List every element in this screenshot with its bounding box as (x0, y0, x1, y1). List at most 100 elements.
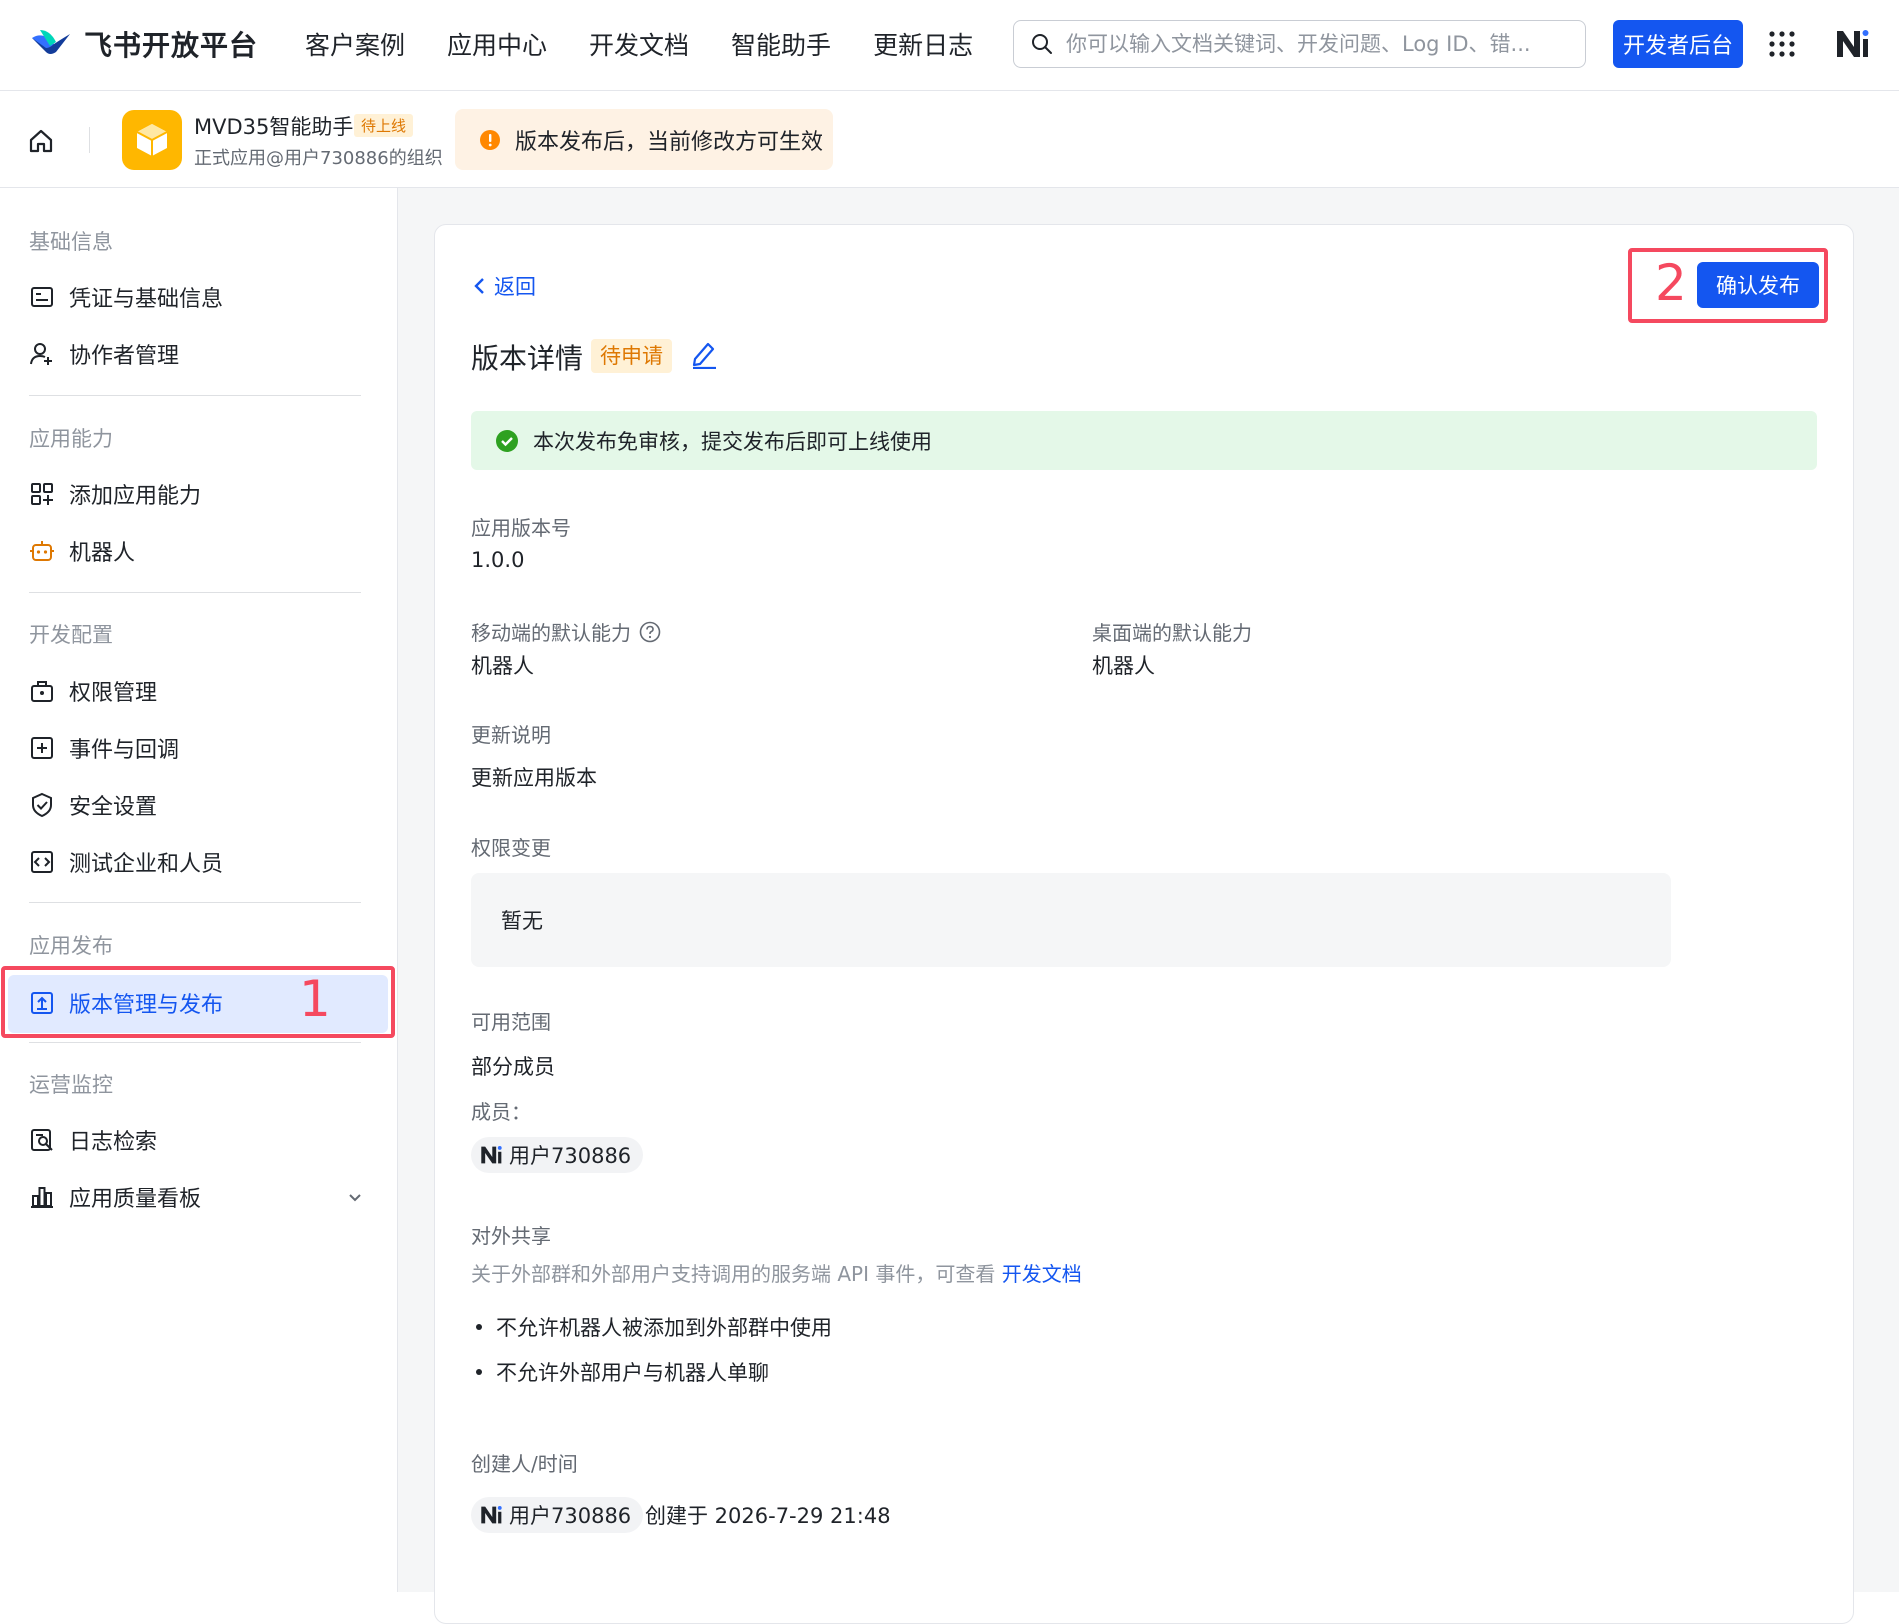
sidebar-item-quality-board[interactable]: 应用质量看板 (29, 1177, 364, 1217)
sidebar-item-label: 测试企业和人员 (69, 852, 224, 877)
sidebar-item-label: 机器人 (69, 541, 136, 566)
top-nav: 客户案例 应用中心 开发文档 智能助手 更新日志 (305, 26, 973, 62)
nav-changelog[interactable]: 更新日志 (873, 26, 973, 62)
shield-icon (29, 792, 55, 818)
search-box[interactable] (1013, 20, 1586, 68)
apps-add-icon (29, 481, 55, 507)
sidebar-item-credentials[interactable]: 凭证与基础信息 (29, 277, 223, 317)
help-icon[interactable] (639, 621, 661, 643)
user-avatar-icon[interactable] (1834, 27, 1870, 61)
creator-chip[interactable]: 用户730886 (471, 1497, 644, 1533)
mobile-capability-label: 移动端的默认能力 (471, 617, 661, 646)
mobile-capability-label-text: 移动端的默认能力 (471, 621, 631, 645)
home-icon[interactable] (28, 128, 54, 154)
sidebar-item-label: 安全设置 (69, 795, 158, 820)
list-item: 不允许机器人被添加到外部群中使用 (476, 1312, 832, 1342)
permission-change-value: 暂无 (501, 909, 543, 933)
nav-dev-docs[interactable]: 开发文档 (589, 26, 689, 62)
sidebar-divider (29, 902, 361, 903)
sidebar-item-bot[interactable]: 机器人 (29, 531, 135, 571)
nav-app-center[interactable]: 应用中心 (447, 26, 547, 62)
share-rule-text: 不允许外部用户与机器人单聊 (496, 1361, 769, 1385)
dev-console-button[interactable]: 开发者后台 (1613, 20, 1743, 68)
external-share-label: 对外共享 (471, 1224, 551, 1248)
success-banner-text: 本次发布免审核，提交发布后即可上线使用 (533, 429, 932, 454)
app-cube-icon (122, 110, 182, 170)
sidebar-divider (29, 395, 361, 396)
version-value: 1.0.0 (471, 548, 525, 572)
add-user-icon (29, 341, 55, 367)
app-bar: MVD35智能助手 待上线 正式应用@用户730886的组织 版本发布后，当前修… (0, 91, 1899, 188)
sidebar-section-release: 应用发布 (29, 934, 113, 958)
external-share-desc-text: 关于外部群和外部用户支持调用的服务端 API 事件，可查看 (471, 1262, 996, 1286)
release-notice-text: 版本发布后，当前修改方可生效 (515, 129, 824, 155)
app-grid-icon[interactable] (1768, 30, 1796, 58)
permission-change-box: 暂无 (471, 873, 1671, 967)
user-avatar-icon (479, 1144, 503, 1166)
sidebar-item-label: 添加应用能力 (69, 484, 202, 509)
sidebar-item-log-search[interactable]: 日志检索 (29, 1120, 157, 1160)
sidebar-divider (29, 1042, 361, 1043)
sidebar-item-label: 应用质量看板 (69, 1187, 202, 1212)
sidebar-section-ops: 运营监控 (29, 1073, 113, 1097)
back-label: 返回 (494, 275, 536, 299)
logo[interactable]: 飞书开放平台 (30, 24, 258, 64)
chevron-down-icon[interactable] (346, 1188, 364, 1206)
sidebar-item-label: 事件与回调 (69, 738, 180, 763)
sidebar-item-test-org[interactable]: 测试企业和人员 (29, 842, 223, 882)
member-chip[interactable]: 用户730886 (471, 1137, 644, 1173)
bullet-dot (476, 1369, 482, 1375)
check-circle-icon (495, 429, 519, 453)
bullet-dot (476, 1324, 482, 1330)
scope-value: 部分成员 (471, 1055, 555, 1079)
share-rule-text: 不允许机器人被添加到外部群中使用 (496, 1316, 832, 1340)
member-name: 用户730886 (509, 1144, 632, 1168)
nav-customer-cases[interactable]: 客户案例 (305, 26, 405, 62)
search-icon (1030, 32, 1054, 56)
creator-label: 创建人/时间 (471, 1452, 578, 1476)
bar-chart-icon (29, 1184, 55, 1210)
creator-name: 用户730886 (509, 1504, 632, 1528)
nav-assistant[interactable]: 智能助手 (731, 26, 831, 62)
sidebar-item-events[interactable]: 事件与回调 (29, 728, 179, 768)
sidebar-item-label: 协作者管理 (69, 344, 180, 369)
app-status-badge: 待上线 (354, 114, 414, 137)
sidebar-section-dev-config: 开发配置 (29, 623, 113, 647)
annotation-number-1: 1 (299, 970, 331, 1028)
scope-label: 可用范围 (471, 1010, 551, 1034)
app-name: MVD35智能助手 (194, 115, 354, 139)
id-card-icon (29, 284, 55, 310)
search-input[interactable] (1066, 32, 1546, 56)
members-label: 成员： (471, 1100, 531, 1124)
sidebar-item-security[interactable]: 安全设置 (29, 785, 157, 825)
annotation-number-2: 2 (1655, 254, 1687, 312)
notes-value: 更新应用版本 (471, 766, 597, 790)
chevron-left-icon (472, 276, 486, 296)
sidebar-item-add-capability[interactable]: 添加应用能力 (29, 474, 201, 514)
version-label: 应用版本号 (471, 516, 571, 540)
sidebar-item-label: 权限管理 (69, 681, 158, 706)
mobile-capability-value: 机器人 (471, 654, 534, 678)
user-avatar-icon (479, 1504, 503, 1526)
page-title: 版本详情 (471, 342, 584, 375)
sidebar-item-label: 日志检索 (69, 1130, 158, 1155)
list-item: 不允许外部用户与机器人单聊 (476, 1357, 769, 1387)
sidebar-section-basic: 基础信息 (29, 230, 113, 254)
desktop-capability-label: 桌面端的默认能力 (1092, 621, 1252, 645)
warning-icon (479, 129, 501, 151)
external-share-desc: 关于外部群和外部用户支持调用的服务端 API 事件，可查看 开发文档 (471, 1258, 1082, 1287)
permission-bag-icon (29, 678, 55, 704)
app-org: 正式应用@用户730886的组织 (194, 148, 443, 169)
code-icon (29, 849, 55, 875)
sidebar-item-collaborators[interactable]: 协作者管理 (29, 334, 179, 374)
success-banner: 本次发布免审核，提交发布后即可上线使用 (471, 411, 1817, 470)
edit-icon[interactable] (690, 339, 718, 369)
created-at: 创建于 2026-7-29 21:48 (645, 1504, 891, 1528)
permission-change-label: 权限变更 (471, 836, 551, 860)
sidebar-item-permissions[interactable]: 权限管理 (29, 671, 157, 711)
annotation-box-1 (1, 966, 395, 1038)
sidebar-item-label: 凭证与基础信息 (69, 287, 224, 312)
back-link[interactable]: 返回 (472, 271, 536, 301)
top-header: 飞书开放平台 客户案例 应用中心 开发文档 智能助手 更新日志 开发者后台 (0, 0, 1899, 91)
dev-docs-link[interactable]: 开发文档 (1002, 1262, 1082, 1286)
